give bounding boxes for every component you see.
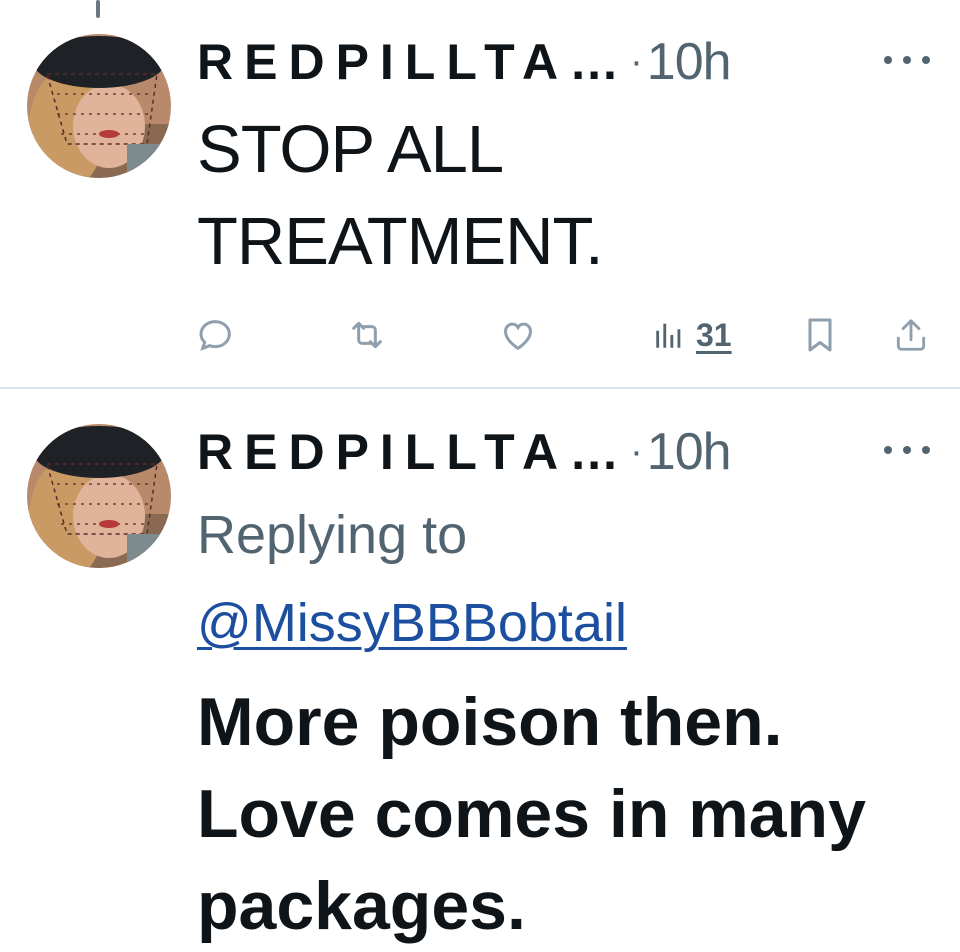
action-bar: 31 xyxy=(0,312,960,358)
tweet-text: STOP ALL TREATMENT. xyxy=(197,104,897,288)
views-count: 31 xyxy=(696,316,732,353)
more-icon[interactable] xyxy=(884,50,930,70)
mention-link[interactable]: @MissyBBBobtail xyxy=(197,592,627,654)
tweet-header: REDPILLTA… · 10h xyxy=(197,32,732,92)
replying-to-label: Replying to xyxy=(197,505,468,565)
tweet-header: REDPILLTA… · 10h xyxy=(197,422,732,482)
tweet-text-line: More poison then. xyxy=(197,684,783,760)
timestamp[interactable]: 10h xyxy=(647,32,732,92)
tweet-text-line: packages. xyxy=(197,868,526,944)
share-icon[interactable] xyxy=(892,312,930,358)
more-icon[interactable] xyxy=(884,440,930,460)
reply-icon[interactable] xyxy=(196,312,236,358)
timestamp[interactable]: 10h xyxy=(647,422,732,482)
tweet-text-line: TREATMENT. xyxy=(197,204,604,279)
separator-dot: · xyxy=(630,430,643,473)
bookmark-icon[interactable] xyxy=(803,312,837,358)
separator-dot: · xyxy=(630,40,643,83)
tweet-text-line: Love comes in many xyxy=(197,776,866,852)
retweet-icon[interactable] xyxy=(345,312,389,358)
like-icon[interactable] xyxy=(498,312,538,358)
display-name[interactable]: REDPILLTA… xyxy=(197,33,630,91)
tweet-text-line: STOP ALL xyxy=(197,112,504,187)
avatar[interactable] xyxy=(27,424,171,568)
tweet-text: More poison then. Love comes in many pac… xyxy=(197,676,937,952)
display-name[interactable]: REDPILLTA… xyxy=(197,423,630,481)
avatar[interactable] xyxy=(27,34,171,178)
tweet[interactable]: REDPILLTA… · 10h STOP ALL TREATMENT. 31 xyxy=(0,0,960,388)
views-button[interactable]: 31 xyxy=(652,312,732,358)
views-icon xyxy=(656,323,681,348)
